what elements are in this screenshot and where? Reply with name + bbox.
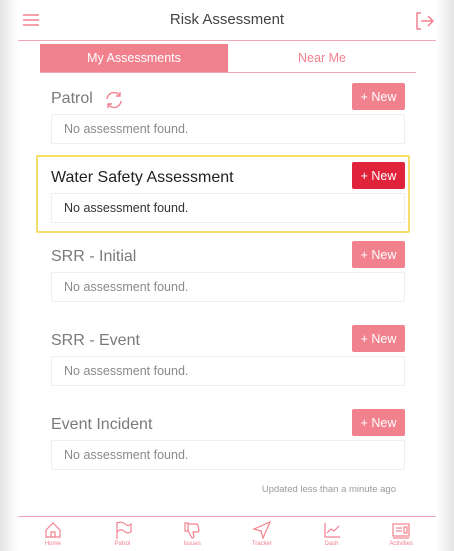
new-water-safety-button[interactable]: + New — [352, 162, 405, 189]
empty-message: No assessment found. — [51, 440, 405, 470]
left-shadow — [0, 0, 18, 551]
header-bar: Risk Assessment — [18, 0, 436, 41]
assessment-tabs: My Assessments Near Me — [40, 44, 416, 73]
nav-label: Home — [44, 541, 61, 547]
empty-message: No assessment found. — [51, 193, 405, 223]
section-title: SRR - Event — [51, 332, 140, 349]
navigation-icon — [252, 520, 272, 540]
right-shadow — [436, 0, 454, 551]
nav-tracker[interactable]: Tracker — [227, 517, 297, 551]
section-title: SRR - Initial — [51, 248, 137, 265]
nav-label: Activities — [389, 541, 414, 547]
section-title: Event Incident — [51, 416, 153, 433]
nav-activities[interactable]: Activities — [366, 517, 436, 551]
nav-label: Dash — [324, 541, 339, 547]
nav-label: Patrol — [114, 541, 131, 547]
section-event-incident: Event Incident + New No assessment found… — [38, 409, 416, 470]
refresh-icon[interactable] — [104, 90, 124, 110]
section-patrol: Patrol + New No assessment found. — [38, 83, 416, 144]
last-updated-text: Updated less than a minute ago — [261, 484, 396, 495]
new-event-incident-button[interactable]: + New — [352, 409, 405, 436]
chart-icon — [323, 523, 340, 538]
nav-patrol[interactable]: Patrol — [88, 517, 158, 551]
section-title: Patrol — [51, 90, 93, 107]
section-srr-event: SRR - Event + New No assessment found. — [38, 325, 416, 386]
section-water-safety: Water Safety Assessment + New No assessm… — [38, 162, 416, 223]
new-srr-initial-button[interactable]: + New — [352, 241, 405, 268]
nav-issues[interactable]: Issues — [157, 517, 227, 551]
nav-dash[interactable]: Dash — [297, 517, 367, 551]
empty-message: No assessment found. — [51, 272, 405, 302]
flag-icon — [115, 521, 132, 539]
app-frame: Risk Assessment My Assessments Near Me P… — [18, 0, 436, 551]
empty-message: No assessment found. — [51, 114, 405, 144]
new-srr-event-button[interactable]: + New — [352, 325, 405, 352]
bottom-nav: Home Patrol Issues Tracker Dash Activiti… — [18, 516, 436, 551]
tab-near-me[interactable]: Near Me — [228, 44, 416, 72]
nav-label: Tracker — [251, 541, 272, 547]
home-icon — [45, 522, 61, 538]
empty-message: No assessment found. — [51, 356, 405, 386]
new-patrol-button[interactable]: + New — [352, 83, 405, 110]
tab-my-assessments[interactable]: My Assessments — [40, 44, 228, 72]
section-srr-initial: SRR - Initial + New No assessment found. — [38, 241, 416, 302]
section-title: Water Safety Assessment — [51, 169, 234, 186]
page-title: Risk Assessment — [169, 11, 285, 28]
nav-label: Issues — [183, 541, 201, 547]
activities-icon — [392, 523, 410, 539]
nav-home[interactable]: Home — [18, 517, 88, 551]
logout-icon[interactable] — [413, 10, 435, 32]
thumbs-down-icon — [184, 522, 200, 539]
